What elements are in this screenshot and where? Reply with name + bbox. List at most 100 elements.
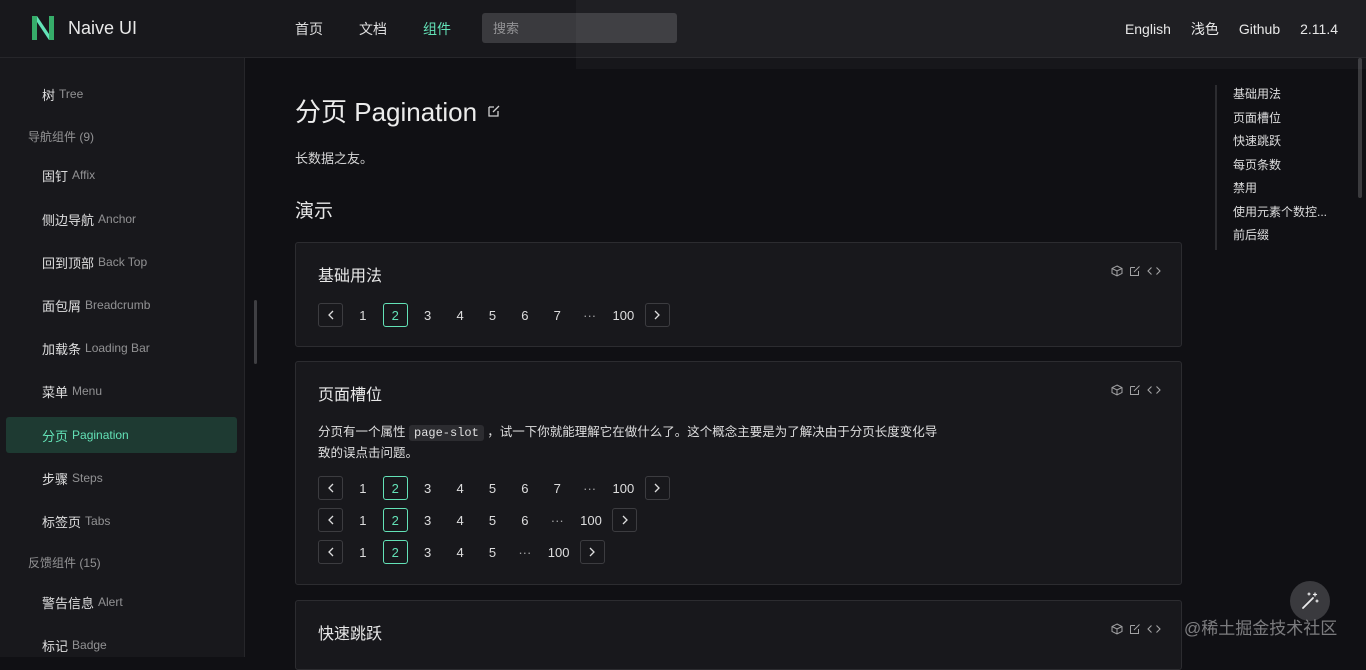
search-input[interactable] <box>482 13 677 43</box>
code-icon[interactable] <box>1147 265 1161 277</box>
sidebar-item-badge[interactable]: 标记 Badge <box>6 627 237 657</box>
page-item[interactable]: 5 <box>480 508 505 532</box>
chevron-left-icon <box>327 310 333 320</box>
github-link[interactable]: Github <box>1239 21 1280 37</box>
next-page-button[interactable] <box>644 303 670 327</box>
code-icon[interactable] <box>1147 384 1161 396</box>
page-item[interactable]: 1 <box>350 303 375 327</box>
version-badge[interactable]: 2.11.4 <box>1300 21 1338 37</box>
sidebar-item-steps[interactable]: 步骤 Steps <box>6 460 237 496</box>
page-title-text: 分页 Pagination <box>295 97 478 127</box>
nav-home[interactable]: 首页 <box>295 19 323 39</box>
main-content: 分页 Pagination 长数据之友。 演示 基础用法 1 2 3 4 5 6… <box>245 58 1205 670</box>
page-item-active[interactable]: 2 <box>382 476 408 500</box>
next-page-button[interactable] <box>644 476 670 500</box>
prev-page-button[interactable] <box>318 508 343 532</box>
card-description: 分页有一个属性 page-slot ，试一下你就能理解它在做什么了。这个概念主要… <box>318 422 938 463</box>
page-item[interactable]: 100 <box>610 476 638 500</box>
sidebar-item-en-label: Affix <box>72 168 96 182</box>
page-item[interactable]: 100 <box>545 540 573 564</box>
sidebar-item-label: 固钉 <box>42 168 69 184</box>
card-tools <box>1111 623 1161 635</box>
toc-item[interactable]: 禁用 <box>1217 179 1345 203</box>
sidebar-item-tree[interactable]: 树 Tree <box>6 76 237 112</box>
page-item[interactable]: 5 <box>480 476 505 500</box>
page-item[interactable]: 1 <box>350 540 375 564</box>
page-item[interactable]: 3 <box>415 476 440 500</box>
toc-item[interactable]: 每页条数 <box>1217 156 1345 180</box>
watermark: @稀土掘金技术社区 <box>1184 619 1338 638</box>
sidebar-item-back-top[interactable]: 回到顶部 Back Top <box>6 244 237 280</box>
page-item[interactable]: 4 <box>448 508 473 532</box>
inline-code: page-slot <box>409 425 484 441</box>
toc-item[interactable]: 页面槽位 <box>1217 109 1345 133</box>
nav-components[interactable]: 组件 <box>423 19 451 39</box>
sidebar-item-tabs[interactable]: 标签页 Tabs <box>6 503 237 539</box>
page-item[interactable]: 1 <box>350 476 375 500</box>
sidebar-item-loading-bar[interactable]: 加载条 Loading Bar <box>6 330 237 366</box>
page-item[interactable]: 3 <box>415 540 440 564</box>
edit-icon[interactable] <box>1129 384 1141 396</box>
card-title: 基础用法 <box>318 268 383 285</box>
page-item[interactable]: 4 <box>448 476 473 500</box>
toc-item[interactable]: 快速跳跃 <box>1217 132 1345 156</box>
page-item[interactable]: 4 <box>448 303 473 327</box>
page-item[interactable]: 4 <box>448 540 473 564</box>
page-item[interactable]: 5 <box>480 540 505 564</box>
sidebar-item-anchor[interactable]: 侧边导航 Anchor <box>6 201 237 237</box>
sidebar-item-alert[interactable]: 警告信息 Alert <box>6 584 237 620</box>
cube-icon[interactable] <box>1111 265 1123 277</box>
edit-icon[interactable] <box>1129 265 1141 277</box>
sidebar-item-affix[interactable]: 固钉 Affix <box>6 157 237 193</box>
toc-item[interactable]: 基础用法 <box>1217 85 1345 109</box>
next-page-button[interactable] <box>579 540 605 564</box>
page-item[interactable]: 7 <box>545 476 570 500</box>
logo[interactable]: Naive UI <box>30 14 137 42</box>
cube-icon[interactable] <box>1111 623 1123 635</box>
page-item-active[interactable]: 2 <box>382 540 408 564</box>
page-ellipsis[interactable]: ··· <box>512 540 537 564</box>
prev-page-button[interactable] <box>318 476 343 500</box>
page-item-active[interactable]: 2 <box>382 508 408 532</box>
page-item[interactable]: 7 <box>545 303 570 327</box>
cube-icon[interactable] <box>1111 384 1123 396</box>
page-item-active[interactable]: 2 <box>382 303 408 327</box>
prev-page-button[interactable] <box>318 303 343 327</box>
next-page-button[interactable] <box>612 508 638 532</box>
sidebar-item-breadcrumb[interactable]: 面包屑 Breadcrumb <box>6 287 237 323</box>
sidebar-item-en-label: Tree <box>59 87 84 101</box>
sidebar-item-label: 面包屑 <box>42 298 82 314</box>
page-item[interactable]: 6 <box>512 303 537 327</box>
sidebar-item-pagination[interactable]: 分页 Pagination <box>6 417 237 453</box>
language-switch[interactable]: English <box>1125 21 1171 37</box>
toc-item[interactable]: 前后缀 <box>1217 226 1345 250</box>
code-icon[interactable] <box>1147 623 1161 635</box>
sidebar-item-en-label: Loading Bar <box>85 341 150 355</box>
sidebar-item-label: 步骤 <box>42 471 69 487</box>
page-ellipsis[interactable]: ··· <box>545 508 570 532</box>
prev-page-button[interactable] <box>318 540 343 564</box>
toc-item[interactable]: 使用元素个数控... <box>1217 203 1345 227</box>
page-item[interactable]: 3 <box>415 508 440 532</box>
logo-text: Naive UI <box>68 17 138 38</box>
page-ellipsis[interactable]: ··· <box>577 303 602 327</box>
page-scrollbar[interactable] <box>1358 58 1362 198</box>
page-item[interactable]: 100 <box>577 508 605 532</box>
page-item[interactable]: 6 <box>512 476 537 500</box>
section-heading-demo: 演示 <box>295 201 334 222</box>
page-item[interactable]: 1 <box>350 508 375 532</box>
sidebar-item-menu[interactable]: 菜单 Menu <box>6 373 237 409</box>
page-item[interactable]: 5 <box>480 303 505 327</box>
page-item[interactable]: 100 <box>610 303 638 327</box>
nav-docs[interactable]: 文档 <box>359 19 387 39</box>
page-item[interactable]: 3 <box>415 303 440 327</box>
page-ellipsis[interactable]: ··· <box>577 476 602 500</box>
edit-icon[interactable] <box>487 104 501 118</box>
sidebar-item-label: 菜单 <box>42 384 69 400</box>
edit-icon[interactable] <box>1129 623 1141 635</box>
top-nav: 首页 文档 组件 <box>295 0 487 58</box>
theme-switch[interactable]: 浅色 <box>1191 19 1219 39</box>
page-item[interactable]: 6 <box>512 508 537 532</box>
sidebar-item-label: 标记 <box>42 638 69 654</box>
sidebar-item-en-label: Badge <box>72 638 107 652</box>
